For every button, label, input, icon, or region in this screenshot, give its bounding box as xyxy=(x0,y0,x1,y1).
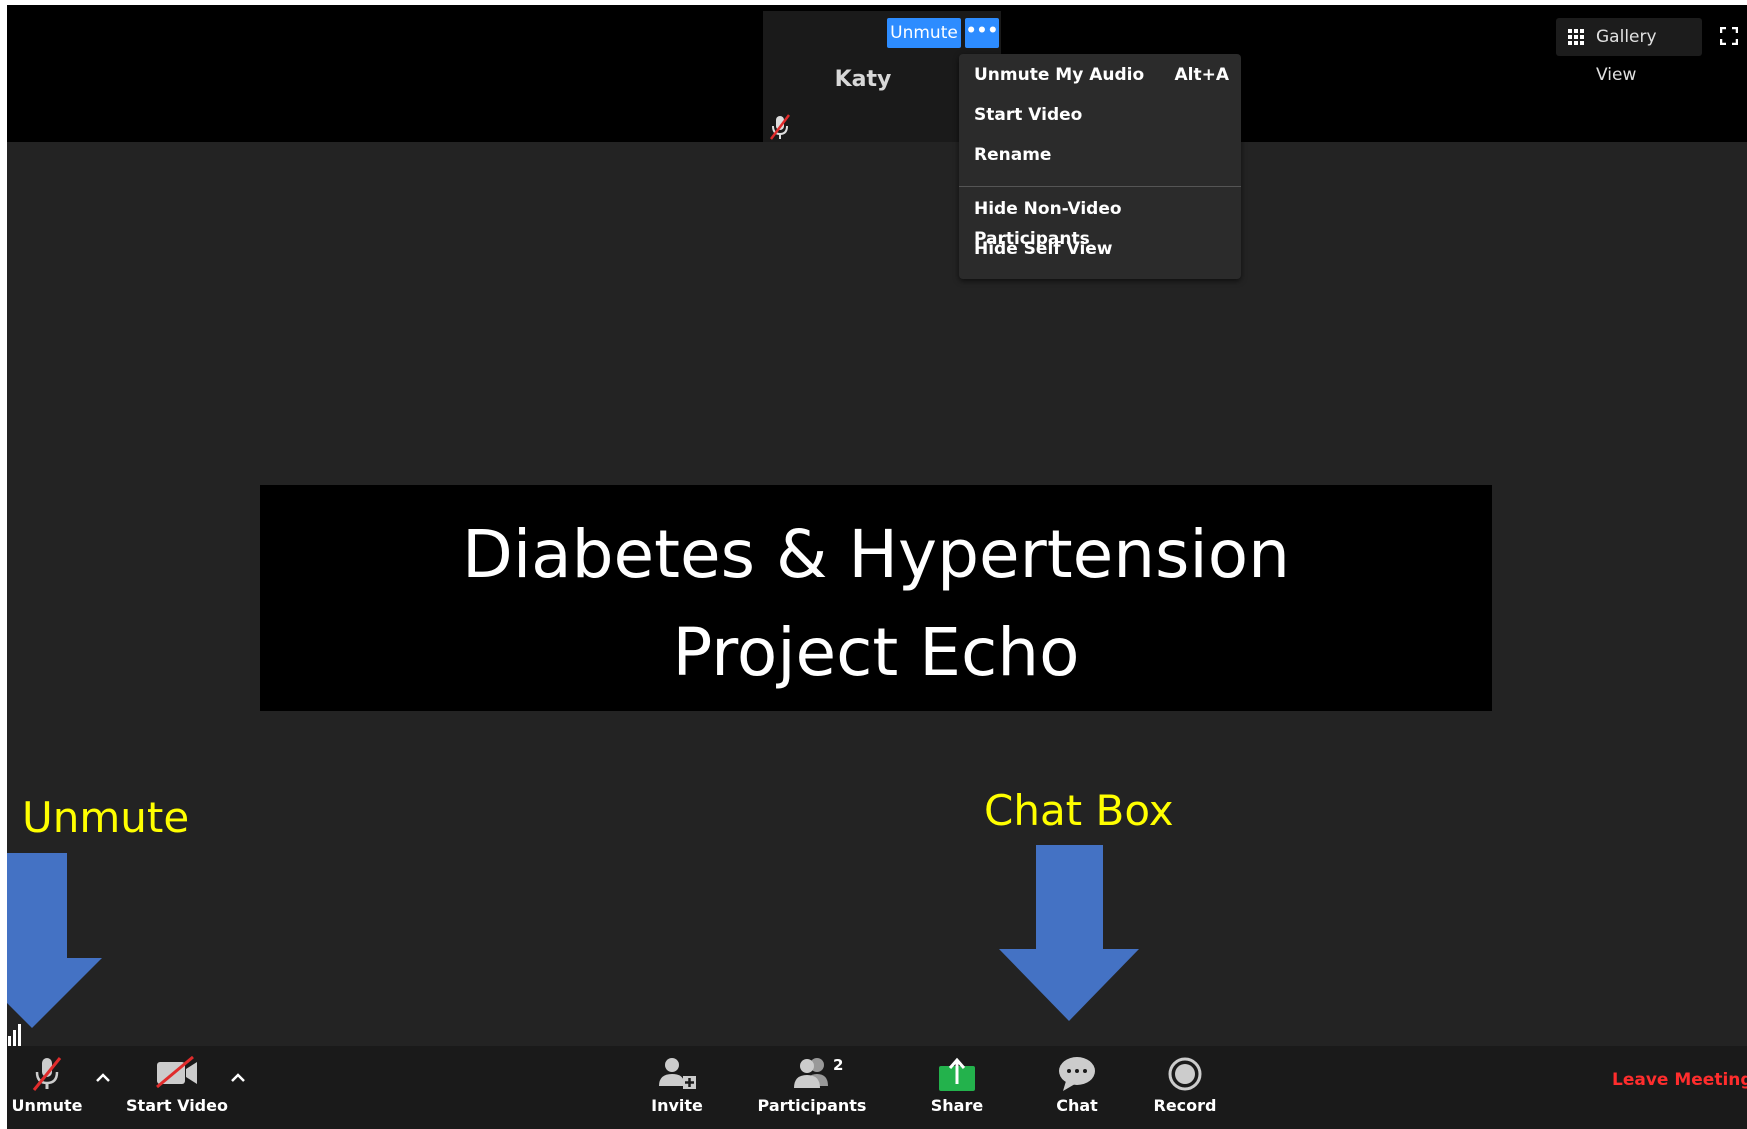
menu-item-rename[interactable]: Rename xyxy=(974,140,1229,170)
share-screen-icon xyxy=(939,1057,975,1091)
participant-name: Katy xyxy=(834,67,892,92)
gallery-view-label: Gallery View xyxy=(1596,27,1657,85)
banner-title: Diabetes & Hypertension xyxy=(462,516,1290,593)
menu-item-start-video[interactable]: Start Video xyxy=(974,100,1229,130)
record-icon xyxy=(1168,1057,1202,1091)
signal-strength-icon xyxy=(8,1024,21,1046)
record-label: Record xyxy=(1153,1096,1217,1115)
shared-content-banner: Diabetes & Hypertension Project Echo xyxy=(260,485,1492,711)
participants-count-badge: 2 xyxy=(833,1056,844,1074)
meeting-toolbar: Unmute Start Video Invite 2 Participants… xyxy=(7,1046,1747,1129)
banner-subtitle: Project Echo xyxy=(672,614,1080,691)
fullscreen-icon[interactable] xyxy=(1720,27,1738,45)
start-video-button[interactable]: Start Video xyxy=(125,1046,229,1129)
share-button[interactable]: Share xyxy=(917,1046,997,1129)
meeting-window: Katy Unmute ••• Gallery View Unmute My A… xyxy=(7,5,1747,1129)
start-video-label: Start Video xyxy=(126,1096,228,1115)
participants-label: Participants xyxy=(757,1096,867,1115)
chat-button[interactable]: Chat xyxy=(1037,1046,1117,1129)
menu-item-unmute-my-audio[interactable]: Unmute My Audio Alt+A xyxy=(974,60,1229,90)
unmute-button[interactable]: Unmute xyxy=(7,1046,87,1129)
tile-more-button[interactable]: ••• xyxy=(965,18,999,48)
grid-icon xyxy=(1568,29,1584,45)
menu-item-label: Unmute My Audio xyxy=(974,65,1145,85)
muted-mic-icon xyxy=(32,1057,62,1091)
video-options-chevron-icon[interactable] xyxy=(228,1068,248,1088)
invite-label: Invite xyxy=(651,1096,703,1115)
participants-icon xyxy=(794,1058,828,1088)
chat-arrow-icon xyxy=(999,845,1139,1021)
chat-bubble-icon xyxy=(1059,1057,1095,1091)
menu-shortcut: Alt+A xyxy=(1174,65,1229,85)
chat-callout: Chat Box xyxy=(984,786,1174,835)
record-button[interactable]: Record xyxy=(1140,1046,1230,1129)
menu-item-hide-non-video[interactable]: Hide Non-Video Participants xyxy=(974,194,1229,249)
share-label: Share xyxy=(930,1096,984,1115)
audio-options-chevron-icon[interactable] xyxy=(93,1068,113,1088)
unmute-label: Unmute xyxy=(11,1096,83,1115)
participants-button[interactable]: 2 Participants xyxy=(757,1046,867,1129)
tile-unmute-button[interactable]: Unmute xyxy=(887,18,961,48)
unmute-callout: Unmute xyxy=(22,793,190,842)
leave-meeting-button[interactable]: Leave Meeting xyxy=(1612,1070,1747,1090)
video-off-icon xyxy=(156,1056,197,1088)
invite-icon xyxy=(659,1058,696,1089)
muted-mic-icon xyxy=(770,114,790,140)
invite-button[interactable]: Invite xyxy=(637,1046,717,1129)
unmute-arrow-icon xyxy=(7,853,102,1028)
chat-label: Chat xyxy=(1056,1096,1098,1115)
gallery-view-button[interactable]: Gallery View xyxy=(1556,18,1702,85)
video-strip: Katy Unmute ••• Gallery View xyxy=(7,5,1747,142)
participant-context-menu: Unmute My Audio Alt+A Start Video Rename… xyxy=(959,54,1241,279)
menu-divider xyxy=(959,186,1241,187)
menu-item-hide-self-view[interactable]: Hide Self View xyxy=(974,234,1229,264)
